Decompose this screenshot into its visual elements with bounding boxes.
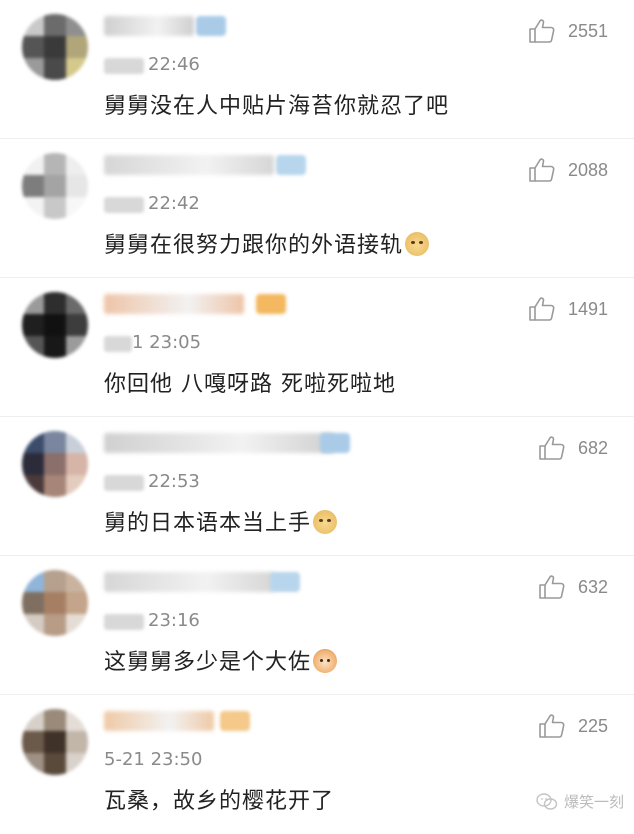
like-count: 1491	[567, 298, 608, 319]
comment-text: 这舅舅多少是个大佐	[104, 644, 338, 676]
comment-text-content: 舅舅在很努力跟你的外语接轨	[104, 233, 404, 258]
comment-item[interactable]: 5-21 23:50 瓦桑，故乡的樱花开了 225	[0, 695, 634, 834]
user-badge	[220, 711, 250, 731]
comment-timestamp: 1 23:05	[132, 332, 202, 353]
like-count: 682	[577, 437, 608, 458]
username-redacted[interactable]	[104, 572, 274, 592]
like-button[interactable]: 632	[538, 574, 608, 600]
comment-timestamp: 22:42	[148, 193, 200, 214]
comment-item[interactable]: 1 23:05 你回他 八嘎呀路 死啦死啦地 1491	[0, 278, 634, 417]
like-button[interactable]: 682	[538, 435, 608, 461]
comment-text: 舅舅没在人中贴片海苔你就忍了吧	[104, 88, 449, 120]
avatar[interactable]	[22, 431, 88, 497]
thumbs-up-icon[interactable]	[538, 574, 566, 600]
like-count: 2088	[567, 159, 608, 180]
comment-item[interactable]: 22:42 舅舅在很努力跟你的外语接轨 2088	[0, 139, 634, 278]
username-redacted[interactable]	[104, 711, 214, 731]
comment-text-content: 舅舅没在人中贴片海苔你就忍了吧	[104, 94, 450, 119]
user-badge	[276, 155, 306, 175]
doge-emoji	[405, 232, 430, 256]
avatar[interactable]	[22, 153, 88, 219]
user-badge	[270, 572, 300, 592]
user-badge	[196, 16, 226, 36]
cat-emoji	[313, 649, 338, 673]
username-redacted[interactable]	[104, 294, 244, 314]
date-redacted	[104, 475, 144, 491]
comment-timestamp: 22:46	[148, 54, 200, 75]
comment-list: 22:46 舅舅没在人中贴片海苔你就忍了吧 2551 22:42 舅舅在很努力跟你的外语…	[0, 0, 634, 834]
comment-text-content: 这舅舅多少是个大佐	[104, 650, 312, 675]
username-redacted[interactable]	[104, 16, 194, 36]
avatar[interactable]	[22, 570, 88, 636]
comment-timestamp: 22:53	[148, 471, 200, 492]
user-badge	[320, 433, 350, 453]
like-count: 632	[577, 576, 608, 597]
thumbs-up-icon[interactable]	[528, 157, 556, 183]
like-button[interactable]: 2088	[528, 157, 608, 183]
avatar[interactable]	[22, 292, 88, 358]
comment-timestamp: 23:16	[148, 610, 200, 631]
comment-text: 瓦桑，故乡的樱花开了	[104, 783, 334, 815]
thumbs-up-icon[interactable]	[528, 296, 556, 322]
like-button[interactable]: 2551	[528, 18, 608, 44]
username-redacted[interactable]	[104, 433, 334, 453]
date-redacted	[104, 614, 144, 630]
comment-text: 舅的日本语本当上手	[104, 505, 338, 537]
comment-text: 你回他 八嘎呀路 死啦死啦地	[104, 366, 396, 398]
comment-item[interactable]: 22:53 舅的日本语本当上手 682	[0, 417, 634, 556]
user-badge	[256, 294, 286, 314]
date-redacted	[104, 58, 144, 74]
comment-text-content: 舅的日本语本当上手	[104, 511, 312, 536]
date-redacted	[104, 336, 132, 352]
avatar[interactable]	[22, 14, 88, 80]
watermark-text: 爆笑一刻	[563, 793, 624, 811]
watermark: 爆笑一刻	[536, 791, 624, 812]
like-button[interactable]: 1491	[528, 296, 608, 322]
like-button[interactable]: 225	[538, 713, 608, 739]
doge-emoji	[313, 510, 338, 534]
comment-timestamp: 5-21 23:50	[104, 749, 203, 770]
thumbs-up-icon[interactable]	[528, 18, 556, 44]
avatar[interactable]	[22, 709, 88, 775]
date-redacted	[104, 197, 144, 213]
comment-text-content: 瓦桑，故乡的樱花开了	[104, 789, 335, 814]
like-count: 225	[577, 715, 608, 736]
comment-text: 舅舅在很努力跟你的外语接轨	[104, 227, 430, 259]
comment-item[interactable]: 23:16 这舅舅多少是个大佐 632	[0, 556, 634, 695]
comment-item[interactable]: 22:46 舅舅没在人中贴片海苔你就忍了吧 2551	[0, 0, 634, 139]
like-count: 2551	[567, 20, 608, 41]
thumbs-up-icon[interactable]	[538, 435, 566, 461]
username-redacted[interactable]	[104, 155, 274, 175]
wechat-icon	[536, 792, 558, 811]
thumbs-up-icon[interactable]	[538, 713, 566, 739]
comment-text-content: 你回他 八嘎呀路 死啦死啦地	[104, 372, 396, 397]
